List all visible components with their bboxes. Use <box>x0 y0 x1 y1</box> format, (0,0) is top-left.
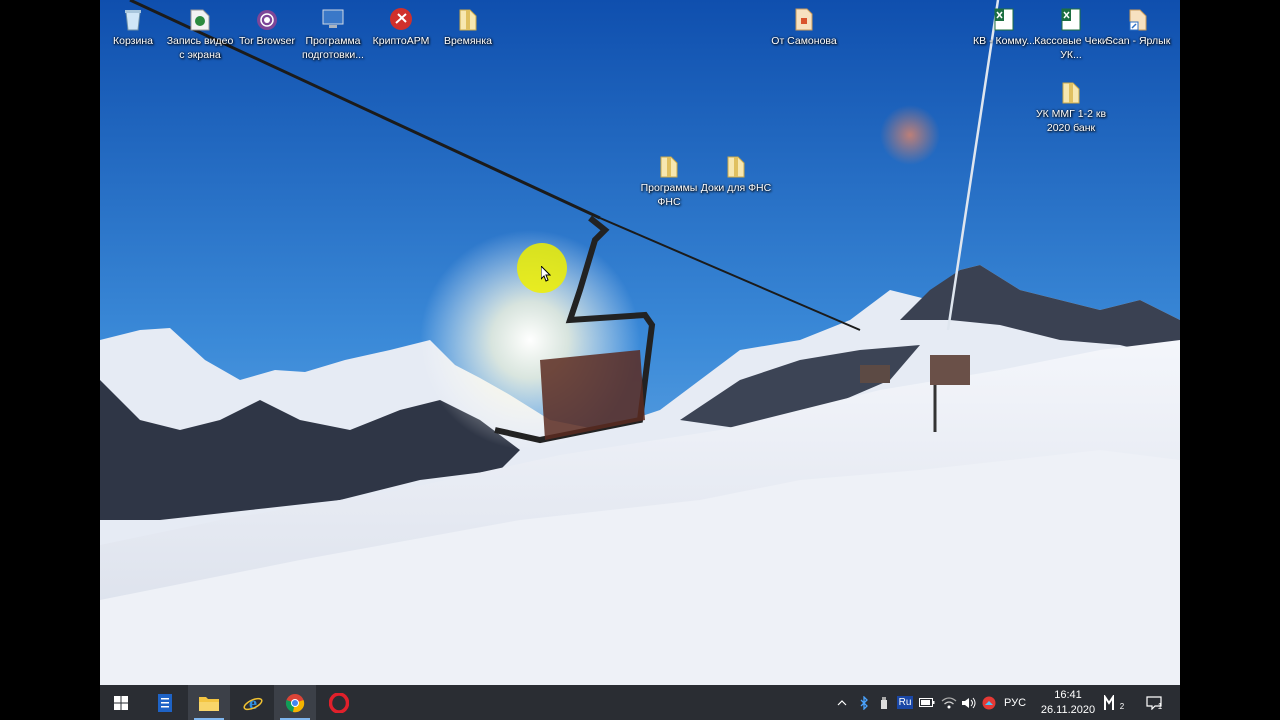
taskbar-file-explorer[interactable] <box>188 685 230 720</box>
zip-folder-icon <box>727 156 745 178</box>
folder-icon <box>459 9 477 31</box>
taskbar-clock[interactable]: 16:41 26.11.2020 <box>1038 688 1098 718</box>
tray-language-badge[interactable]: Ru <box>896 685 914 720</box>
tray-network[interactable] <box>940 685 958 720</box>
recycle-bin-icon <box>125 10 141 31</box>
zip-folder-icon <box>660 156 678 178</box>
desktop-wallpaper <box>100 0 1180 685</box>
desktop-icon-label: Кассовые Чеки УК... <box>1034 35 1108 61</box>
start-button[interactable] <box>100 685 142 720</box>
svg-text:e: e <box>249 693 257 713</box>
desktop-screen: Корзина Запись видео с экрана Tor Browse… <box>100 0 1180 720</box>
desktop-icon-uk-mmg[interactable]: УК ММГ 1-2 кв 2020 банк <box>1034 75 1108 135</box>
desktop-icon-label: Времянка <box>443 35 493 47</box>
ie-icon: e <box>243 693 263 713</box>
desktop-icon-tor-browser[interactable]: Tor Browser <box>230 2 304 48</box>
desktop-icon-label: УК ММГ 1-2 кв 2020 банк <box>1035 108 1107 134</box>
wifi-icon <box>941 696 957 708</box>
desktop-icon-doki-dlya-fns[interactable]: Доки для ФНС <box>699 149 773 195</box>
desktop-icon-kv-kommu[interactable]: КВ - Комму... <box>967 2 1041 48</box>
desktop-icon-label: Программы ФНС <box>640 182 698 208</box>
folder-icon <box>199 696 219 711</box>
taskbar-opera[interactable] <box>318 685 360 720</box>
mouse-pointer-icon <box>541 266 551 282</box>
tray-app-indicator[interactable]: 2 <box>1100 685 1128 720</box>
desktop-icon-kassovye-cheki[interactable]: Кассовые Чеки УК... <box>1034 2 1108 62</box>
tray-yandex[interactable] <box>980 685 998 720</box>
screen-recorder-icon <box>190 9 210 31</box>
desktop-icon-label: Программа подготовки... <box>302 35 364 61</box>
taskbar: e Ru РУС 16:41 26.11.2020 2 1 <box>100 685 1180 720</box>
tray-battery[interactable] <box>918 685 936 720</box>
notification-count: 1 <box>1157 702 1163 711</box>
tray-bluetooth[interactable] <box>856 685 872 720</box>
battery-icon <box>919 698 935 707</box>
excel-file-icon <box>994 8 1014 31</box>
show-hidden-icons-button[interactable] <box>834 685 850 720</box>
desktop-icon-label: Корзина <box>113 35 153 47</box>
desktop-icon-screen-recorder[interactable]: Запись видео с экрана <box>163 2 237 62</box>
desktop-icon-recycle-bin[interactable]: Корзина <box>100 2 170 48</box>
taskbar-internet-explorer[interactable]: e <box>232 685 274 720</box>
tray-usb[interactable] <box>876 685 892 720</box>
desktop-icon-label: Scan - Ярлык <box>1105 35 1171 47</box>
taskbar-notepad[interactable] <box>144 685 186 720</box>
input-language: РУС <box>1003 696 1027 709</box>
yandex-browser-icon <box>982 696 996 709</box>
speaker-icon <box>962 697 976 708</box>
folder-shortcut-icon <box>1129 9 1147 31</box>
action-center-button[interactable]: 1 <box>1140 685 1168 720</box>
language-badge: Ru <box>896 696 914 709</box>
chevron-up-icon <box>837 699 847 705</box>
tray-app-count: 2 <box>1119 702 1125 711</box>
program-shortcut-icon <box>322 9 344 28</box>
excel-file-icon <box>1061 8 1081 31</box>
desktop-icon-ot-samonova[interactable]: От Самонова <box>767 2 841 48</box>
desktop-icon-label: Доки для ФНС <box>700 182 772 194</box>
opera-icon <box>329 692 349 713</box>
taskbar-chrome[interactable] <box>274 685 316 720</box>
desktop-icon-programmy-fns[interactable]: Программы ФНС <box>632 149 706 209</box>
bluetooth-icon <box>860 695 868 710</box>
chrome-icon <box>285 693 305 712</box>
tray-input-language[interactable]: РУС <box>1002 685 1028 720</box>
desktop-icon-label: КВ - Комму... <box>973 35 1035 47</box>
clock-date: 26.11.2020 <box>1040 704 1096 716</box>
desktop-icon-label: От Самонова <box>771 35 837 47</box>
desktop-icon-program-prep[interactable]: Программа подготовки... <box>296 2 370 62</box>
pdf-file-icon <box>795 8 813 31</box>
tor-browser-icon <box>257 10 277 30</box>
desktop-icon-label: Tor Browser <box>238 35 295 47</box>
cryptoarm-icon <box>390 8 412 30</box>
desktop-icon-scan-shortcut[interactable]: Scan - Ярлык <box>1101 2 1175 48</box>
usb-drive-icon <box>881 696 887 709</box>
desktop-icon-label: КриптоАРМ <box>372 35 430 47</box>
notepad-icon <box>158 693 172 712</box>
desktop-icon-cryptoarm[interactable]: КриптоАРМ <box>364 2 438 48</box>
zip-folder-icon <box>1062 82 1080 104</box>
desktop-icon-label: Запись видео с экрана <box>166 35 234 61</box>
windows-icon <box>114 695 128 710</box>
clock-time: 16:41 <box>1054 689 1082 701</box>
desktop-icon-vremyanka[interactable]: Времянка <box>431 2 505 48</box>
tray-volume[interactable] <box>960 685 978 720</box>
